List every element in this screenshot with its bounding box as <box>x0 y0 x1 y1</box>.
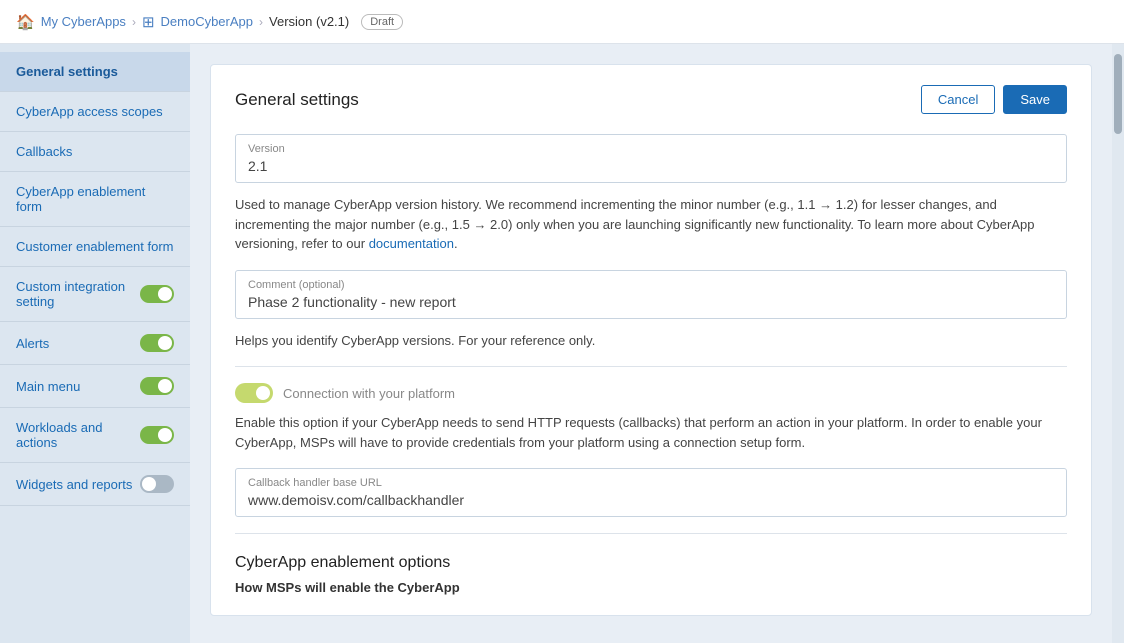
breadcrumb-version: Version (v2.1) <box>269 14 349 29</box>
main-layout: General settings CyberApp access scopes Ca… <box>0 44 1124 643</box>
documentation-link[interactable]: documentation <box>369 236 454 251</box>
how-msps-label: How MSPs will enable the CyberApp <box>235 580 1067 595</box>
card-title: General settings <box>235 90 359 110</box>
sidebar-item-label-cyberapp-access-scopes: CyberApp access scopes <box>16 104 174 119</box>
sidebar-item-custom-integration-setting[interactable]: Custom integration setting <box>0 267 190 322</box>
draft-badge: Draft <box>361 14 403 30</box>
toggle-alerts[interactable] <box>140 334 174 352</box>
sidebar-item-label-custom-integration-setting: Custom integration setting <box>16 279 140 309</box>
version-label: Version <box>248 143 1054 155</box>
connection-info-text: Enable this option if your CyberApp need… <box>235 413 1067 452</box>
toggle-widgets-and-reports[interactable] <box>140 475 174 493</box>
info-text-part1: Used to manage CyberApp version history.… <box>235 197 1034 251</box>
sidebar-item-callbacks[interactable]: Callbacks <box>0 132 190 172</box>
sidebar-item-label-callbacks: Callbacks <box>16 144 174 159</box>
info-text-part2: . <box>454 236 458 251</box>
action-buttons: Cancel Save <box>921 85 1067 114</box>
main-content: General settings Cancel Save Version 2.1… <box>190 44 1112 643</box>
comment-label: Comment (optional) <box>248 279 1054 291</box>
toggle-workloads-and-actions[interactable] <box>140 426 174 444</box>
connection-label: Connection with your platform <box>283 386 455 401</box>
divider-2 <box>235 533 1067 534</box>
callback-url-field-group[interactable]: Callback handler base URL <box>235 468 1067 517</box>
sidebar-item-workloads-and-actions[interactable]: Workloads and actions <box>0 408 190 463</box>
topbar: 🏠 My CyberApps › ⊞ DemoCyberApp › Versio… <box>0 0 1124 44</box>
cancel-button[interactable]: Cancel <box>921 85 995 114</box>
sidebar-item-label-cyberapp-enablement-form: CyberApp enablement form <box>16 184 174 214</box>
sidebar-item-general-settings[interactable]: General settings <box>0 52 190 92</box>
sidebar: General settings CyberApp access scopes Ca… <box>0 44 190 643</box>
breadcrumb-sep-1: › <box>132 15 136 29</box>
sidebar-item-label-general-settings: General settings <box>16 64 174 79</box>
comment-help-text: Helps you identify CyberApp versions. Fo… <box>235 331 1067 351</box>
sidebar-item-label-main-menu: Main menu <box>16 379 140 394</box>
breadcrumb-home[interactable]: My CyberApps <box>41 14 126 29</box>
version-field-group: Version 2.1 <box>235 134 1067 183</box>
save-button[interactable]: Save <box>1003 85 1067 114</box>
sidebar-item-main-menu[interactable]: Main menu <box>0 365 190 408</box>
breadcrumb-app[interactable]: DemoCyberApp <box>161 14 254 29</box>
breadcrumb-sep-2: › <box>259 15 263 29</box>
version-info-text: Used to manage CyberApp version history.… <box>235 195 1067 254</box>
card-header: General settings Cancel Save <box>235 85 1067 114</box>
sidebar-item-cyberapp-enablement-form[interactable]: CyberApp enablement form <box>0 172 190 227</box>
sidebar-item-label-workloads-and-actions: Workloads and actions <box>16 420 140 450</box>
comment-field-group[interactable]: Comment (optional) <box>235 270 1067 319</box>
connection-toggle[interactable] <box>235 383 273 403</box>
connection-row: Connection with your platform <box>235 383 1067 403</box>
divider-1 <box>235 366 1067 367</box>
comment-input[interactable] <box>248 294 1054 310</box>
callback-url-input[interactable] <box>248 492 1054 508</box>
sidebar-item-widgets-and-reports[interactable]: Widgets and reports <box>0 463 190 506</box>
home-icon: 🏠 <box>16 13 35 31</box>
sidebar-item-label-alerts: Alerts <box>16 336 140 351</box>
toggle-main-menu[interactable] <box>140 377 174 395</box>
app-icon: ⊞ <box>142 13 155 31</box>
version-value: 2.1 <box>248 158 1054 174</box>
right-scrollbar <box>1112 44 1124 643</box>
sidebar-item-label-customer-enablement-form: Customer enablement form <box>16 239 174 254</box>
sidebar-item-label-widgets-and-reports: Widgets and reports <box>16 477 140 492</box>
general-settings-card: General settings Cancel Save Version 2.1… <box>210 64 1092 616</box>
toggle-custom-integration-setting[interactable] <box>140 285 174 303</box>
sidebar-item-alerts[interactable]: Alerts <box>0 322 190 365</box>
callback-url-label: Callback handler base URL <box>248 477 1054 489</box>
sidebar-item-cyberapp-access-scopes[interactable]: CyberApp access scopes <box>0 92 190 132</box>
sidebar-item-customer-enablement-form[interactable]: Customer enablement form <box>0 227 190 267</box>
cyberapp-enablement-title: CyberApp enablement options <box>235 554 1067 572</box>
scrollbar-thumb[interactable] <box>1114 54 1122 134</box>
